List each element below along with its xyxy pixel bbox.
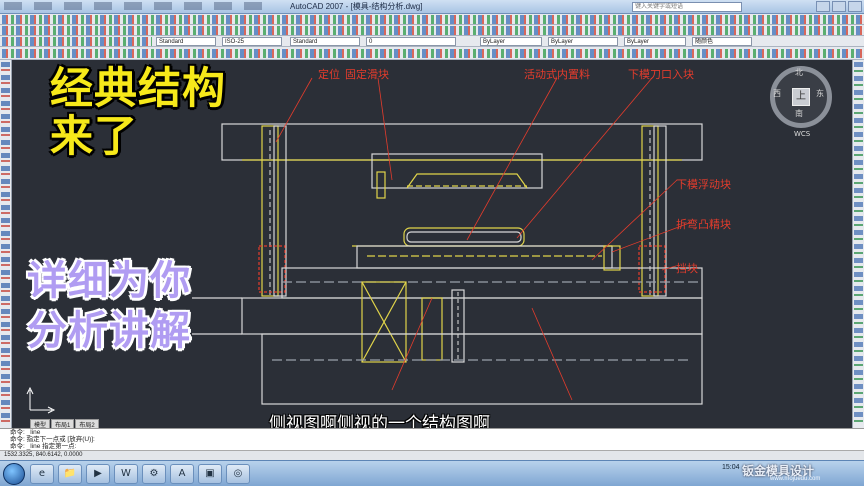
minimize-button[interactable] xyxy=(816,1,830,12)
viewcube-south[interactable]: 南 xyxy=(795,108,803,119)
viewcube-west[interactable]: 西 xyxy=(773,88,781,99)
command-line[interactable]: 命令: _line 命令: 指定下一点或 [放弃(U)]: 命令: _line … xyxy=(0,428,864,450)
viewcube-top-face[interactable]: 上 xyxy=(792,88,810,106)
help-search-input[interactable]: 键入关键字或短语 xyxy=(632,2,742,12)
overlay-title-line2: 来了 xyxy=(50,112,138,162)
overlay-title-line4: 分析讲解 xyxy=(27,308,191,354)
taskbar-media-icon[interactable]: ▶ xyxy=(86,464,110,484)
taskbar-folder-icon[interactable]: 📁 xyxy=(58,464,82,484)
callout-lower-floating-block: 下模浮动块 xyxy=(676,178,731,191)
text-style-select[interactable]: Standard xyxy=(156,37,216,46)
taskbar-ie-icon[interactable]: e xyxy=(30,464,54,484)
maximize-button[interactable] xyxy=(832,1,846,12)
command-history-line: 命令: 指定下一点或 [放弃(U)]: xyxy=(10,436,95,443)
viewcube-east[interactable]: 东 xyxy=(816,88,824,99)
window-title: AutoCAD 2007 - [模具-结构分析.dwg] xyxy=(290,2,423,11)
plot-style-select[interactable]: 随颜色 xyxy=(692,37,752,46)
tray-clock[interactable]: 15:04 xyxy=(722,464,740,471)
table-style-select[interactable]: Standard xyxy=(290,37,360,46)
cursor-coordinates: 1532.3325, 840.6142, 0.0000 xyxy=(4,452,83,458)
taskbar-word-icon[interactable]: W xyxy=(114,464,138,484)
callout-locate: 定位 xyxy=(318,68,340,81)
taskbar-settings-icon[interactable]: ⚙ xyxy=(142,464,166,484)
linetype-select[interactable]: ByLayer xyxy=(548,37,618,46)
brand-watermark-url: www.mojuedu.com xyxy=(770,476,821,482)
start-button[interactable] xyxy=(3,463,25,485)
taskbar: e 📁 ▶ W ⚙ A ▣ ◎ 15:04 xyxy=(0,460,864,486)
draw-toolbar[interactable] xyxy=(0,60,12,428)
taskbar-window-icon[interactable]: ▣ xyxy=(198,464,222,484)
toolbar-row-1[interactable] xyxy=(0,14,864,25)
dim-style-select[interactable]: ISO-25 xyxy=(222,37,282,46)
callout-bending-block: 折弯凸精块 xyxy=(676,218,731,231)
command-history-line: 命令: _line xyxy=(10,429,41,436)
viewcube[interactable]: 上 北 南 东 西 xyxy=(770,66,832,128)
command-prompt[interactable]: 命令: _line 指定第一点: xyxy=(0,443,864,450)
toolbar-row-2[interactable] xyxy=(0,25,864,36)
lineweight-select[interactable]: ByLayer xyxy=(624,37,686,46)
window-controls xyxy=(816,1,862,12)
overlay-title-line3: 详细为你 xyxy=(27,258,191,304)
callout-fixed-block: 固定滑块 xyxy=(345,68,389,81)
taskbar-autocad-icon[interactable]: A xyxy=(170,464,194,484)
overlay-title-line1: 经典结构 xyxy=(50,64,226,114)
toolbar-row-4[interactable] xyxy=(0,47,864,60)
callout-lower-die-blade: 下模刀口入块 xyxy=(628,68,694,81)
wcs-label[interactable]: WCS xyxy=(794,130,810,138)
close-button[interactable] xyxy=(848,1,862,12)
layer-select[interactable]: 0 xyxy=(366,37,456,46)
quick-access-toolbar[interactable] xyxy=(4,2,262,10)
modify-toolbar[interactable] xyxy=(852,60,864,428)
die-structure-drawing xyxy=(26,77,703,414)
status-bar: 1532.3325, 840.6142, 0.0000 xyxy=(0,450,864,460)
title-bar: AutoCAD 2007 - [模具-结构分析.dwg] 键入关键字或短语 xyxy=(0,0,864,14)
callout-stop-block: 挡块 xyxy=(676,262,698,275)
callout-movable-insert: 活动式内置料 xyxy=(524,68,590,81)
taskbar-browser-icon[interactable]: ◎ xyxy=(226,464,250,484)
viewcube-north[interactable]: 北 xyxy=(795,67,803,78)
drawing-canvas[interactable]: 定位 固定滑块 活动式内置料 下模刀口入块 下模浮动块 折弯凸精块 挡块 xyxy=(12,60,852,428)
toolbar-row-3[interactable]: Standard ISO-25 Standard 0 ByLayer ByLay… xyxy=(0,36,864,47)
color-select[interactable]: ByLayer xyxy=(480,37,542,46)
